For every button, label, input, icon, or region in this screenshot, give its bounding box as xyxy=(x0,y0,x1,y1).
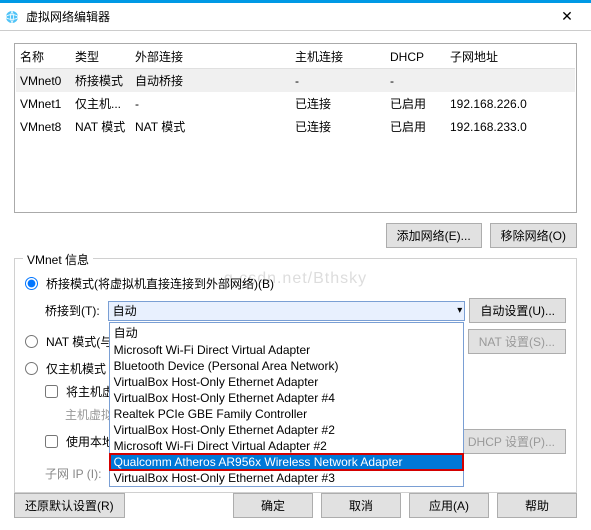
dropdown-option[interactable]: VirtualBox Host-Only Ethernet Adapter xyxy=(110,374,464,390)
table-row[interactable]: VMnet0桥接模式自动桥接-- xyxy=(16,69,575,93)
dropdown-option[interactable]: Microsoft Wi-Fi Direct Virtual Adapter xyxy=(110,342,464,358)
add-network-button[interactable]: 添加网络(E)... xyxy=(386,223,482,248)
nat-mode-label: NAT 模式(与 xyxy=(46,333,112,350)
bridge-mode-radio[interactable] xyxy=(25,277,38,290)
col-header[interactable]: 类型 xyxy=(71,45,131,69)
window-title: 虚拟网络编辑器 xyxy=(26,8,547,25)
table-row[interactable]: VMnet8NAT 模式NAT 模式已连接已启用192.168.233.0 xyxy=(16,115,575,138)
close-button[interactable]: ✕ xyxy=(547,8,587,25)
apply-button[interactable]: 应用(A) xyxy=(409,493,489,518)
bridge-adapter-select[interactable]: 自动 ▾ 自动Microsoft Wi-Fi Direct Virtual Ad… xyxy=(108,301,466,321)
hostonly-mode-radio[interactable] xyxy=(25,362,38,375)
dropdown-option[interactable]: VirtualBox Host-Only Ethernet Adapter #2 xyxy=(110,422,464,438)
table-row[interactable]: VMnet1仅主机...-已连接已启用192.168.226.0 xyxy=(16,92,575,115)
use-local-label: 使用本地 xyxy=(66,433,114,450)
restore-defaults-button[interactable]: 还原默认设置(R) xyxy=(14,493,125,518)
col-header[interactable]: 子网地址 xyxy=(446,45,575,69)
dropdown-option[interactable]: VirtualBox Host-Only Ethernet Adapter #3 xyxy=(110,470,464,486)
col-header[interactable]: 主机连接 xyxy=(291,45,386,69)
subnet-ip-label: 子网 IP (I): xyxy=(45,465,101,482)
col-header[interactable]: 外部连接 xyxy=(131,45,291,69)
bridge-adapter-value: 自动 xyxy=(113,302,137,319)
dropdown-option[interactable]: Bluetooth Device (Personal Area Network) xyxy=(110,358,464,374)
chevron-down-icon: ▾ xyxy=(457,305,462,316)
network-table[interactable]: 名称类型外部连接主机连接DHCP子网地址 VMnet0桥接模式自动桥接--VMn… xyxy=(14,43,577,213)
dropdown-option[interactable]: VirtualBox Host-Only Ethernet Adapter #4 xyxy=(110,390,464,406)
remove-network-button[interactable]: 移除网络(O) xyxy=(490,223,577,248)
dhcp-settings-button[interactable]: DHCP 设置(P)... xyxy=(457,429,566,454)
cancel-button[interactable]: 取消 xyxy=(321,493,401,518)
bridge-mode-label: 桥接模式(将虚拟机直接连接到外部网络)(B) xyxy=(46,275,274,292)
dropdown-option[interactable]: Realtek PCIe GBE Family Controller xyxy=(110,406,464,422)
bridge-to-label: 桥接到(T): xyxy=(45,302,100,319)
titlebar: 虚拟网络编辑器 ✕ xyxy=(0,3,591,31)
ok-button[interactable]: 确定 xyxy=(233,493,313,518)
bridge-adapter-dropdown[interactable]: 自动Microsoft Wi-Fi Direct Virtual Adapter… xyxy=(109,322,465,487)
col-header[interactable]: DHCP xyxy=(386,45,446,69)
nat-mode-radio[interactable] xyxy=(25,335,38,348)
dropdown-option[interactable]: Qualcomm Atheros AR956x Wireless Network… xyxy=(109,453,465,471)
help-button[interactable]: 帮助 xyxy=(497,493,577,518)
app-icon xyxy=(4,9,20,25)
dropdown-option[interactable]: 自动 xyxy=(110,323,464,342)
host-connect-checkbox[interactable] xyxy=(45,385,58,398)
col-header[interactable]: 名称 xyxy=(16,45,71,69)
dropdown-option[interactable]: Microsoft Wi-Fi Direct Virtual Adapter #… xyxy=(110,438,464,454)
hostonly-mode-label: 仅主机模式 xyxy=(46,360,106,377)
use-local-checkbox[interactable] xyxy=(45,435,58,448)
vmnet-info-group: VMnet 信息 桥接模式(将虚拟机直接连接到外部网络)(B) 桥接到(T): … xyxy=(14,258,577,493)
nat-settings-button[interactable]: NAT 设置(S)... xyxy=(468,329,566,354)
group-title: VMnet 信息 xyxy=(23,251,93,268)
auto-settings-button[interactable]: 自动设置(U)... xyxy=(469,298,566,323)
